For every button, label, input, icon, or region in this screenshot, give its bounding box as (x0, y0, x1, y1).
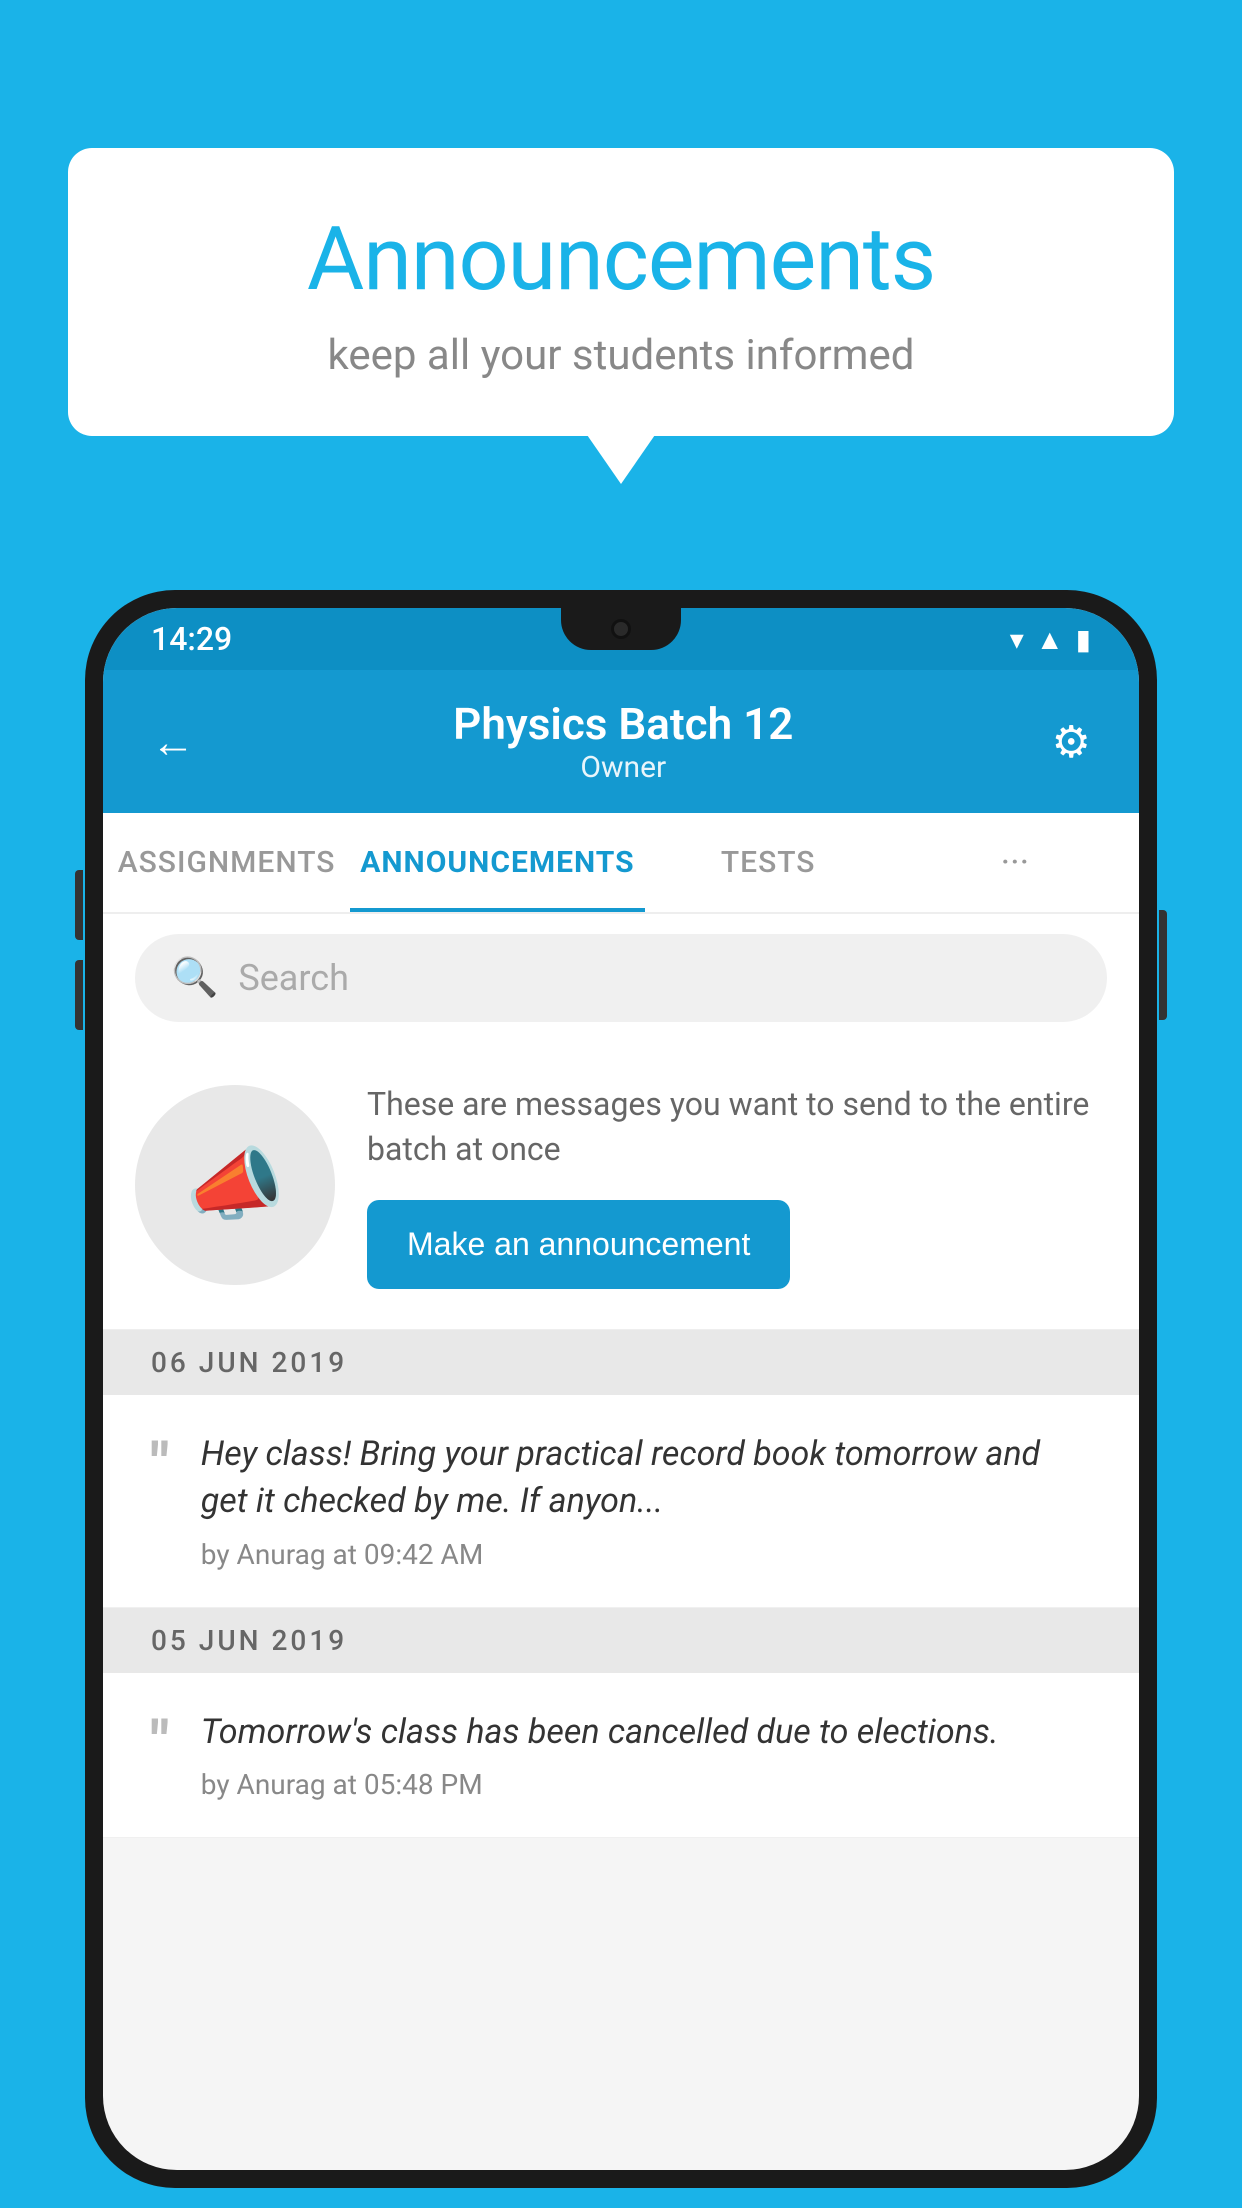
announcement-content-1: Hey class! Bring your practical record b… (201, 1431, 1091, 1571)
front-camera (611, 619, 631, 639)
announcement-content-2: Tomorrow's class has been cancelled due … (201, 1709, 1091, 1802)
date-label-2: 05 JUN 2019 (151, 1624, 347, 1657)
speech-bubble-subtitle: keep all your students informed (108, 331, 1134, 380)
battery-icon: ▮ (1076, 623, 1091, 656)
back-button[interactable]: ← (151, 716, 195, 768)
notch (561, 608, 681, 650)
phone-mockup: 14:29 ▾ ▲ ▮ ← Physics Batch 12 Owner ⚙ (85, 590, 1157, 2188)
date-separator-2: 05 JUN 2019 (103, 1608, 1139, 1673)
date-separator-1: 06 JUN 2019 (103, 1330, 1139, 1395)
tabs-container: ASSIGNMENTS ANNOUNCEMENTS TESTS ··· (103, 813, 1139, 914)
promo-content: These are messages you want to send to t… (367, 1082, 1107, 1289)
announcement-meta-2: by Anurag at 05:48 PM (201, 1768, 1091, 1801)
settings-icon[interactable]: ⚙ (1052, 716, 1091, 768)
announcement-text-1: Hey class! Bring your practical record b… (201, 1431, 1091, 1526)
phone-screen: 14:29 ▾ ▲ ▮ ← Physics Batch 12 Owner ⚙ (103, 608, 1139, 2170)
status-icons: ▾ ▲ ▮ (1010, 623, 1091, 656)
search-container: 🔍 Search (103, 914, 1139, 1042)
header-center: Physics Batch 12 Owner (453, 698, 793, 785)
announcement-item-2[interactable]: " Tomorrow's class has been cancelled du… (103, 1673, 1139, 1839)
signal-icon: ▲ (1036, 623, 1064, 656)
announcement-meta-1: by Anurag at 09:42 AM (201, 1538, 1091, 1571)
tab-assignments[interactable]: ASSIGNMENTS (103, 813, 350, 912)
megaphone-circle: 📣 (135, 1085, 335, 1285)
tab-announcements[interactable]: ANNOUNCEMENTS (350, 813, 644, 912)
search-icon: 🔍 (171, 956, 218, 1000)
phone-outer: 14:29 ▾ ▲ ▮ ← Physics Batch 12 Owner ⚙ (85, 590, 1157, 2188)
speech-bubble-title: Announcements (108, 208, 1134, 311)
announcement-item-1[interactable]: " Hey class! Bring your practical record… (103, 1395, 1139, 1608)
promo-description: These are messages you want to send to t… (367, 1082, 1107, 1172)
volume-down-button (75, 960, 83, 1030)
announcement-promo: 📣 These are messages you want to send to… (103, 1042, 1139, 1330)
megaphone-icon: 📣 (185, 1138, 285, 1232)
wifi-icon: ▾ (1010, 623, 1024, 656)
speech-bubble-container: Announcements keep all your students inf… (68, 148, 1174, 436)
speech-bubble: Announcements keep all your students inf… (68, 148, 1174, 436)
quote-icon-1: " (151, 1435, 169, 1491)
app-header: ← Physics Batch 12 Owner ⚙ (103, 670, 1139, 813)
header-title: Physics Batch 12 (453, 698, 793, 750)
status-bar: 14:29 ▾ ▲ ▮ (103, 608, 1139, 670)
power-button (1159, 910, 1167, 1020)
announcement-text-2: Tomorrow's class has been cancelled due … (201, 1709, 1091, 1757)
tab-tests[interactable]: TESTS (645, 813, 892, 912)
search-bar[interactable]: 🔍 Search (135, 934, 1107, 1022)
header-subtitle: Owner (453, 750, 793, 785)
make-announcement-button[interactable]: Make an announcement (367, 1200, 790, 1289)
quote-icon-2: " (151, 1713, 169, 1769)
volume-up-button (75, 870, 83, 940)
search-input[interactable]: Search (238, 957, 349, 999)
status-time: 14:29 (151, 620, 232, 658)
tab-more[interactable]: ··· (892, 813, 1139, 912)
date-label-1: 06 JUN 2019 (151, 1346, 347, 1379)
